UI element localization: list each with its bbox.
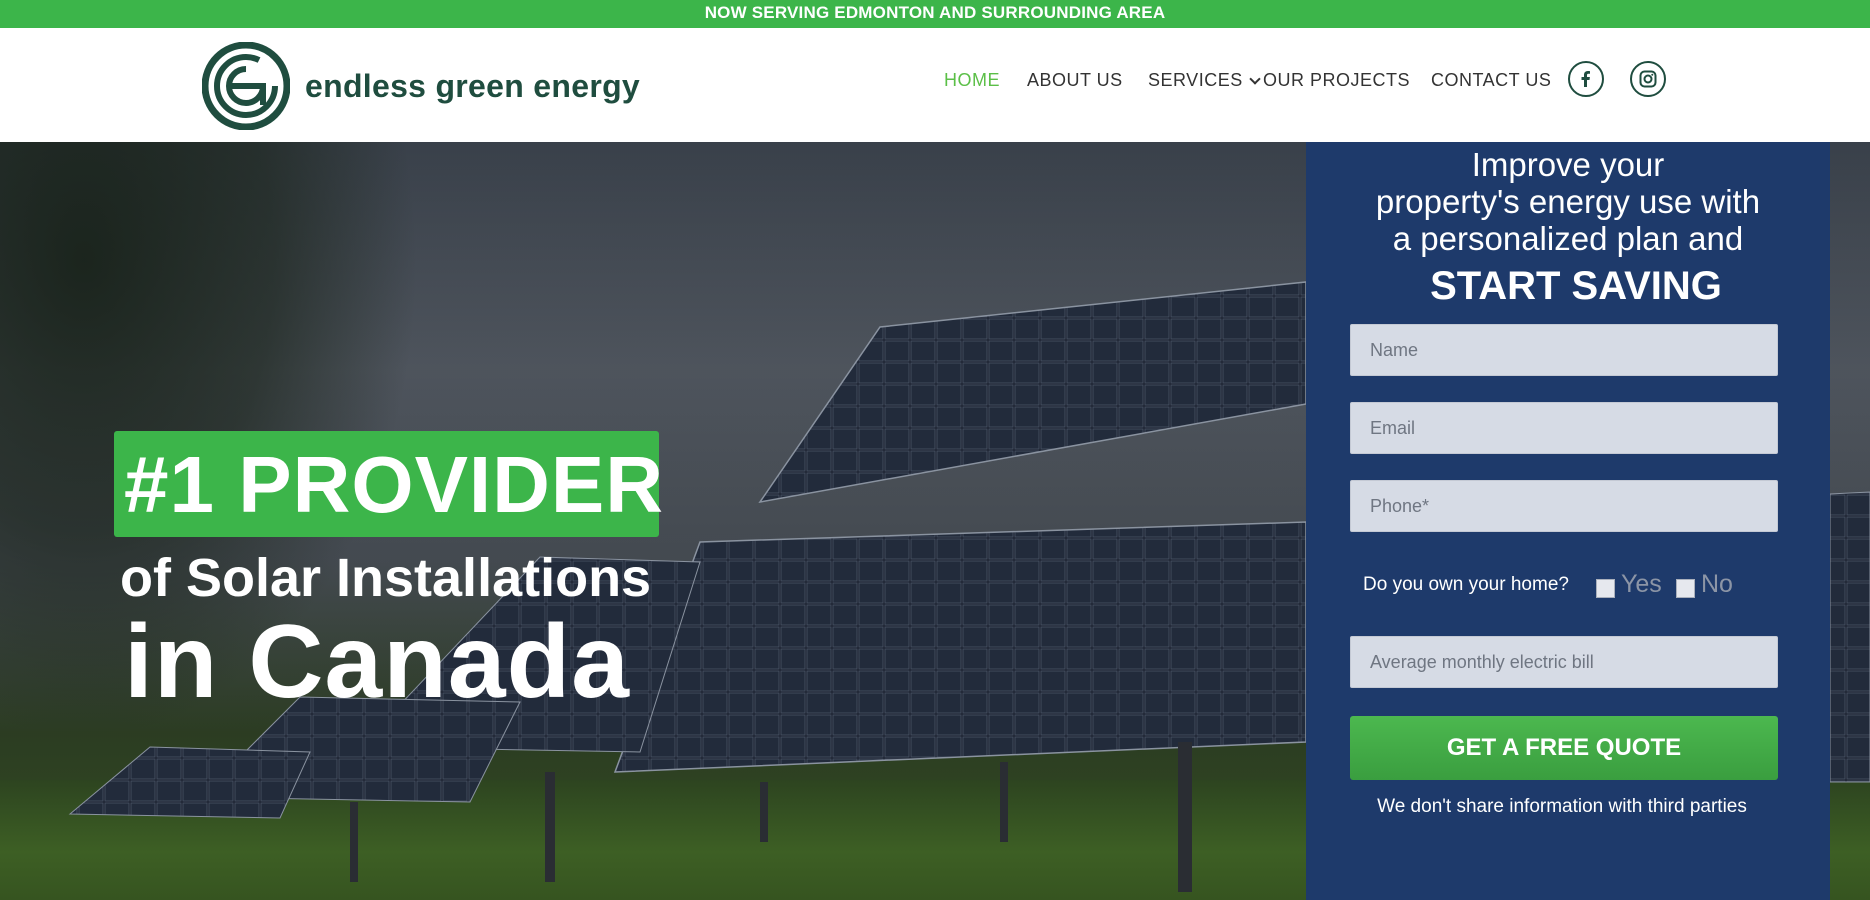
nav-services[interactable]: SERVICES [1148,70,1261,91]
site-header: endless green energy HOME ABOUT US SERVI… [0,28,1870,142]
hero-headline: in Canada [124,604,630,720]
nav-home[interactable]: HOME [944,70,1000,91]
yes-label[interactable]: Yes [1621,570,1662,599]
hero-subtitle: of Solar Installations [120,548,652,608]
quote-form-panel: Improve your property's energy use with … [1306,142,1830,900]
form-heading-line-1: Improve your [1471,146,1665,183]
name-input[interactable]: Name [1350,324,1778,376]
no-label[interactable]: No [1701,570,1733,599]
privacy-note: We don't share information with third pa… [1377,796,1747,817]
form-heading-strong: START SAVING [1430,264,1722,308]
monthly-bill-input[interactable]: Average monthly electric bill [1350,636,1778,688]
phone-input[interactable]: Phone* [1350,480,1778,532]
nav-about-us[interactable]: ABOUT US [1027,70,1123,91]
yes-checkbox[interactable] [1596,579,1615,598]
no-checkbox[interactable] [1676,579,1695,598]
nav-contact-us[interactable]: CONTACT US [1431,70,1551,91]
email-input[interactable]: Email [1350,402,1778,454]
nav-our-projects[interactable]: OUR PROJECTS [1263,70,1410,91]
form-heading-line-3: a personalized plan and [1392,220,1744,257]
own-home-question: Do you own your home? [1363,574,1569,595]
hero-badge-text: #1 PROVIDER [124,440,665,529]
top-announcement-bar: NOW SERVING EDMONTON AND SURROUNDING ARE… [0,0,1870,28]
nav-services-label: SERVICES [1148,70,1243,90]
facebook-icon[interactable] [1568,61,1604,97]
brand-name[interactable]: endless green energy [305,68,640,105]
chevron-down-icon [1249,73,1261,85]
announcement-text: NOW SERVING EDMONTON AND SURROUNDING ARE… [704,3,1166,22]
form-heading-line-2: property's energy use with [1375,183,1761,220]
instagram-icon[interactable] [1630,61,1666,97]
logo-icon[interactable] [202,42,290,130]
get-free-quote-button[interactable]: GET A FREE QUOTE [1350,716,1778,780]
